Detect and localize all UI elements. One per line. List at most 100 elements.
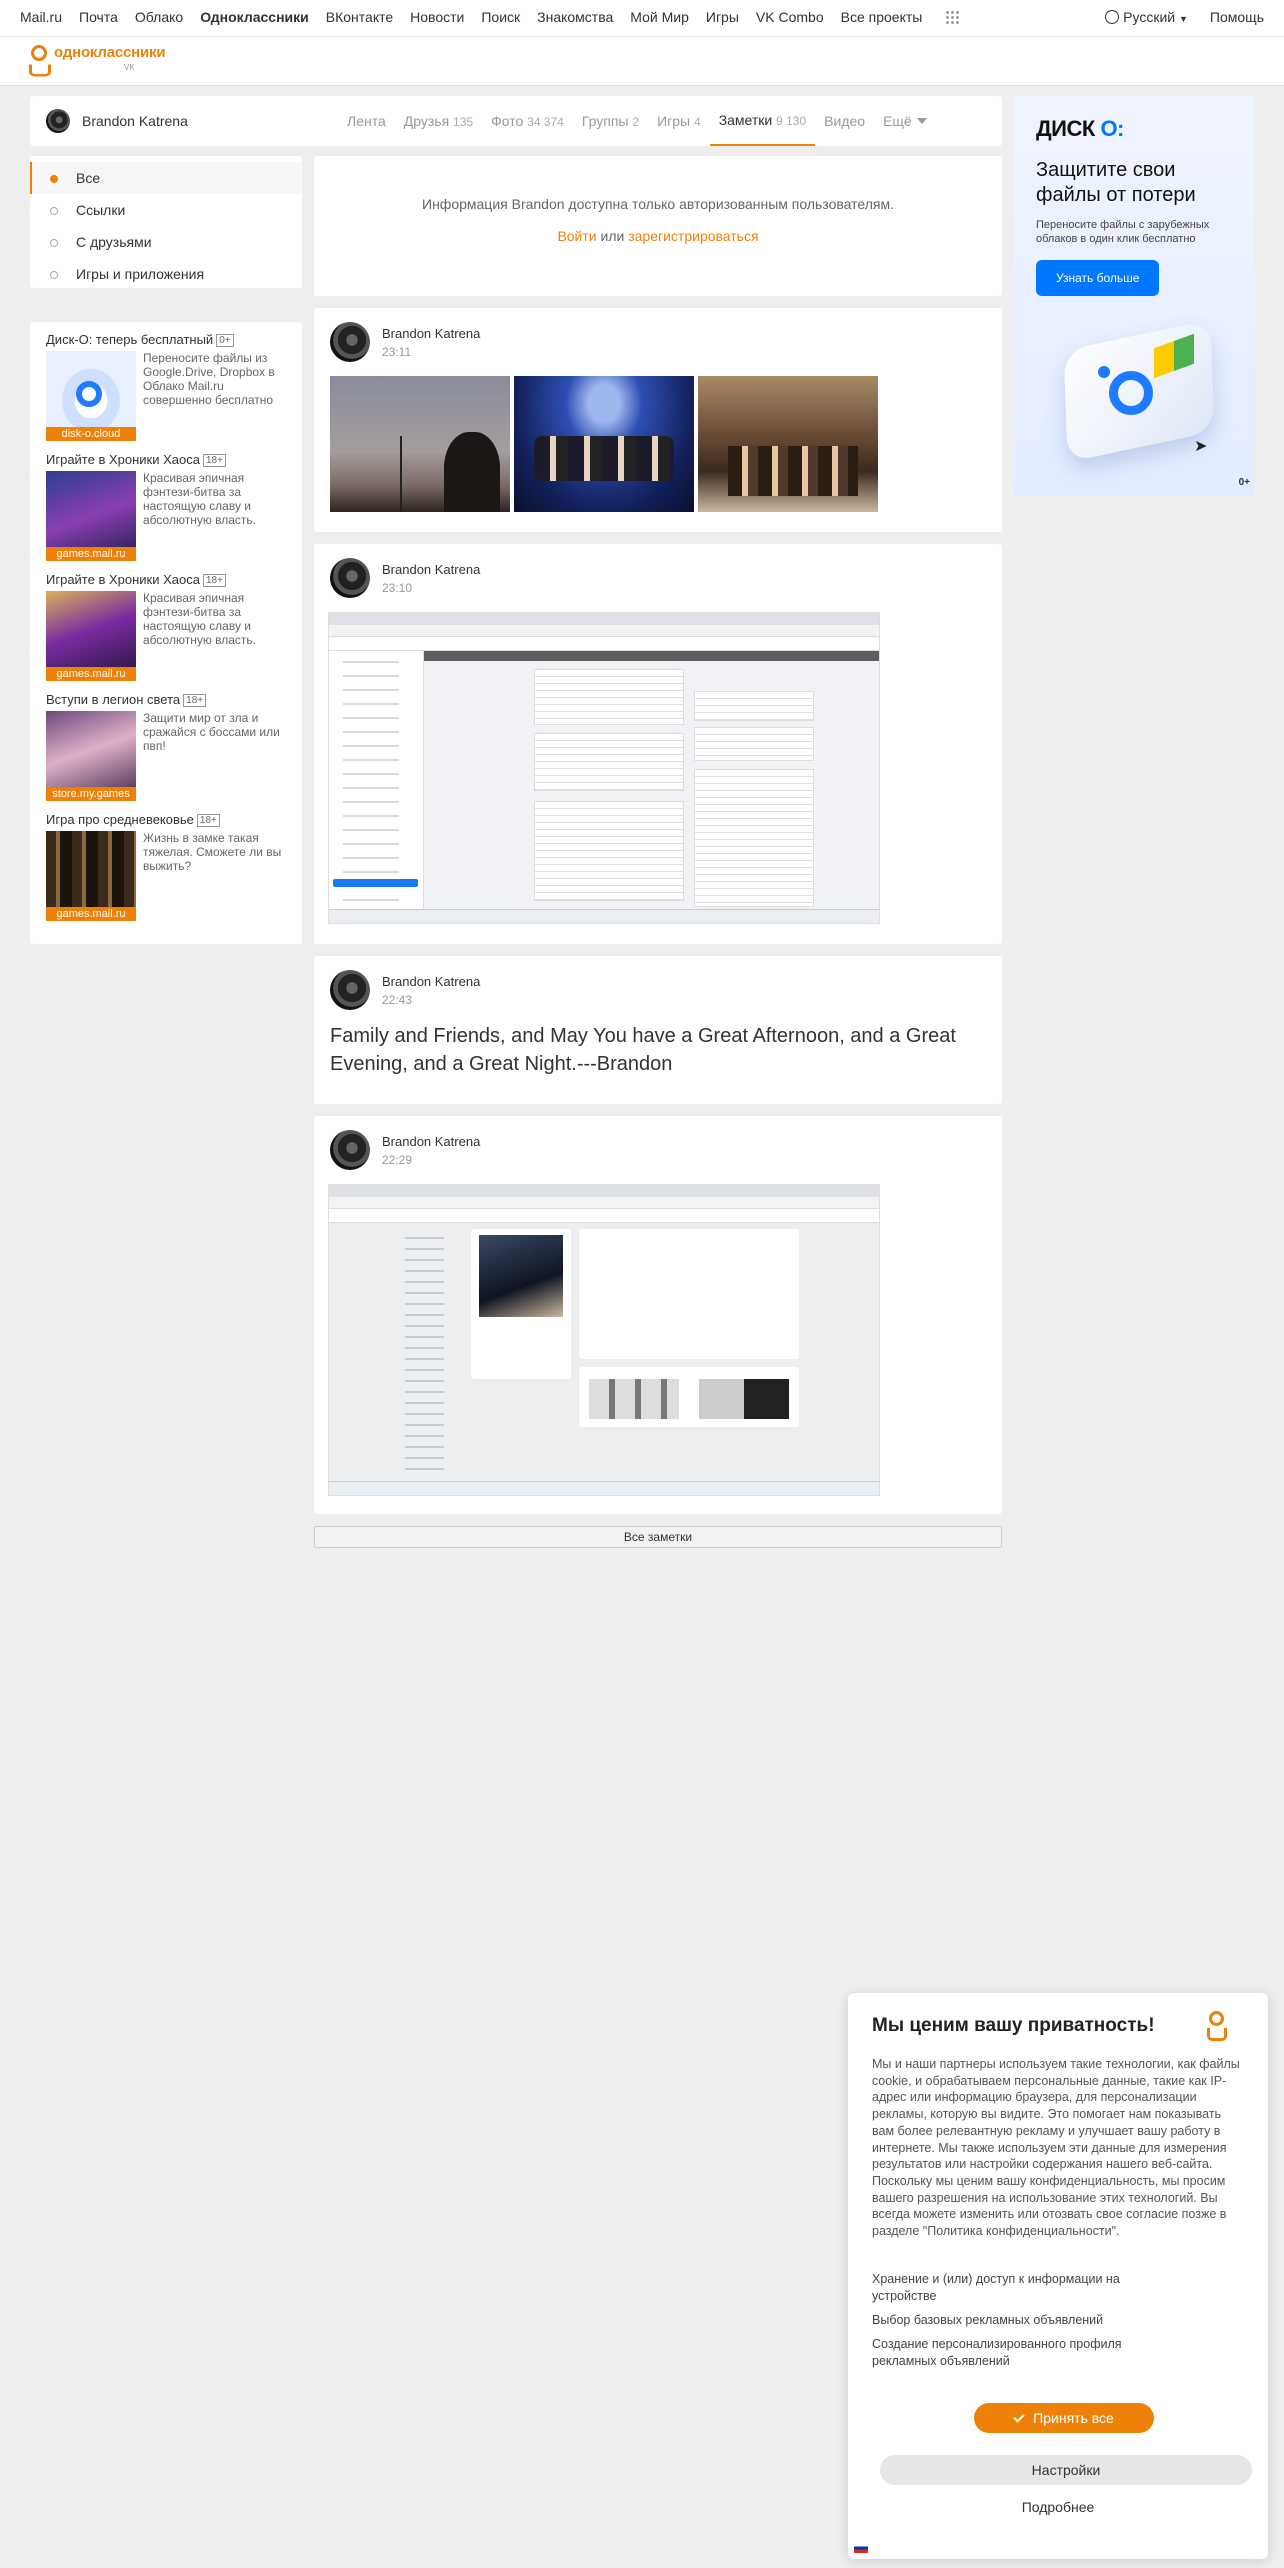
post-photo[interactable] [514, 376, 694, 512]
tab-friends[interactable]: Друзья 135 [395, 96, 482, 146]
content-card [534, 801, 684, 901]
ad-image[interactable]: games.mail.ru [46, 831, 136, 921]
vk-photo-strip [589, 1379, 679, 1419]
auth-required-notice: Информация Brandon доступна только автор… [314, 156, 1002, 296]
post-time[interactable]: 22:43 [382, 993, 412, 1007]
post-time[interactable]: 22:29 [382, 1153, 412, 1167]
author-avatar[interactable] [330, 1130, 370, 1170]
author-name[interactable]: Brandon Katrena [382, 974, 480, 989]
profile-name[interactable]: Brandon Katrena [82, 113, 188, 129]
privacy-title: Мы ценим вашу приватность! [872, 2015, 1155, 2036]
ok-logo[interactable]: одноклассники VK [28, 45, 166, 77]
ad-title: Диск-О: теперь бесплатный [46, 332, 214, 347]
tab-count: 2 [632, 115, 640, 129]
register-link[interactable]: зарегистрироваться [628, 228, 758, 244]
post-screenshot-image[interactable] [328, 1184, 880, 1496]
tab-more[interactable]: Ещё [874, 96, 936, 146]
filter-games-apps[interactable]: Игры и приложения [30, 258, 302, 290]
site-header: одноклассники VK [0, 36, 1284, 86]
ad-title: Вступи в легион света [46, 692, 181, 707]
author-name[interactable]: Brandon Katrena [382, 326, 480, 341]
tab-count: 4 [694, 115, 701, 129]
nav-link-vkontakte[interactable]: ВКонтакте [326, 9, 393, 25]
nav-link-mail[interactable]: Почта [79, 9, 118, 25]
grid-icon [945, 10, 960, 24]
author-name[interactable]: Brandon Katrena [382, 562, 480, 577]
ad-item[interactable]: Диск-О: теперь бесплатный 0+ disk-o.cloud… [46, 332, 286, 441]
filter-all[interactable]: Все [30, 162, 302, 194]
profile-tabs: Лента Друзья 135 Фото 34 374 Группы 2 Иг… [338, 96, 936, 146]
chevron-down-icon: ▼ [1179, 14, 1188, 24]
age-badge: 18+ [196, 814, 220, 827]
tab-photos[interactable]: Фото 34 374 [482, 96, 573, 146]
ad-image[interactable]: games.mail.ru [46, 591, 136, 681]
note-post: Brandon Katrena 22:29 [314, 1116, 1002, 1514]
tab-groups[interactable]: Группы 2 [573, 96, 648, 146]
nav-link-my-world[interactable]: Мой Мир [630, 9, 689, 25]
author-avatar[interactable] [330, 558, 370, 598]
ad-description: Защити мир от зла и сражайся с боссами и… [143, 711, 280, 753]
ad-image[interactable]: store.my.games [46, 711, 136, 801]
ad-item[interactable]: Играйте в Хроники Хаоса 18+ games.mail.ru… [46, 452, 286, 561]
author-avatar[interactable] [330, 322, 370, 362]
tab-label: Группы [581, 113, 629, 129]
all-notes-button[interactable]: Все заметки [314, 1526, 1002, 1548]
tab-count: 34 374 [527, 115, 564, 129]
ad-source: disk-o.cloud [46, 427, 136, 441]
nav-link-games[interactable]: Игры [706, 9, 739, 25]
nav-link-odnoklassniki[interactable]: Одноклассники [200, 9, 309, 25]
learn-more-button[interactable]: Узнать больше [1036, 260, 1160, 296]
post-text[interactable]: Family and Friends, and May You have a G… [330, 1022, 970, 1078]
vk-photos-card [579, 1367, 799, 1427]
login-link[interactable]: Войти [557, 228, 596, 244]
all-projects-label: Все проекты [840, 9, 923, 25]
ad-item[interactable]: Вступи в легион света 18+ store.my.games … [46, 692, 286, 801]
ad-item[interactable]: Игра про средневековье 18+ games.mail.ru … [46, 812, 286, 921]
ad-image[interactable]: disk-o.cloud [46, 351, 136, 441]
promo-age-badge: 0+ [1238, 477, 1250, 488]
post-time[interactable]: 23:10 [382, 581, 412, 595]
post-time[interactable]: 23:11 [382, 345, 411, 359]
nav-link-dating[interactable]: Знакомства [537, 9, 613, 25]
more-details-link[interactable]: Подробнее [848, 2499, 1268, 2515]
note-post: Brandon Katrena 23:11 [314, 308, 1002, 532]
author-name[interactable]: Brandon Katrena [382, 1134, 480, 1149]
promo-dot-icon [1098, 366, 1110, 378]
ad-title: Играйте в Хроники Хаоса [46, 572, 200, 587]
post-screenshot-image[interactable] [328, 612, 880, 924]
auth-message: Информация Brandon доступна только автор… [422, 196, 894, 212]
browser-tabs [329, 1185, 879, 1197]
nav-link-search[interactable]: Поиск [481, 9, 520, 25]
nav-link-news[interactable]: Новости [410, 9, 464, 25]
disk-o-promo-banner[interactable]: ДИСК О: Защитите свои файлы от потери Пе… [1014, 96, 1254, 496]
nav-link-all-projects[interactable]: Все проекты [841, 9, 977, 25]
tab-games[interactable]: Игры 4 [648, 96, 710, 146]
tab-label: Фото [491, 113, 524, 129]
post-photo[interactable] [330, 376, 510, 512]
windows-taskbar [329, 909, 879, 923]
tab-feed[interactable]: Лента [338, 96, 395, 146]
filter-links[interactable]: Ссылки [30, 194, 302, 226]
help-link[interactable]: Помощь [1210, 9, 1264, 25]
promo-brand: ДИСК О: [1036, 116, 1232, 142]
nav-link-cloud[interactable]: Облако [135, 9, 183, 25]
tab-label: Друзья [403, 113, 450, 129]
tab-notes[interactable]: Заметки 9 130 [709, 96, 816, 146]
settings-button[interactable]: Настройки [880, 2455, 1252, 2485]
nav-link-vk-combo[interactable]: VK Combo [756, 9, 824, 25]
post-photo[interactable] [698, 376, 878, 512]
ad-image[interactable]: games.mail.ru [46, 471, 136, 561]
author-avatar[interactable] [330, 970, 370, 1010]
people-group [534, 436, 674, 481]
ad-item[interactable]: Играйте в Хроники Хаоса 18+ games.mail.ru… [46, 572, 286, 681]
ad-description: Жизнь в замке такая тяжелая. Сможете ли … [143, 831, 282, 873]
language-selector[interactable]: Русский ▼ [1105, 9, 1188, 25]
accept-all-button[interactable]: Принять все [974, 2403, 1154, 2433]
vk-avatar-card [471, 1229, 571, 1379]
nav-link-mailru[interactable]: Mail.ru [20, 9, 62, 25]
filter-with-friends[interactable]: С друзьями [30, 226, 302, 258]
profile-avatar[interactable] [46, 109, 70, 133]
age-badge: 18+ [183, 694, 207, 707]
tab-video[interactable]: Видео [815, 96, 874, 146]
ok-logo-icon [1206, 2011, 1227, 2041]
